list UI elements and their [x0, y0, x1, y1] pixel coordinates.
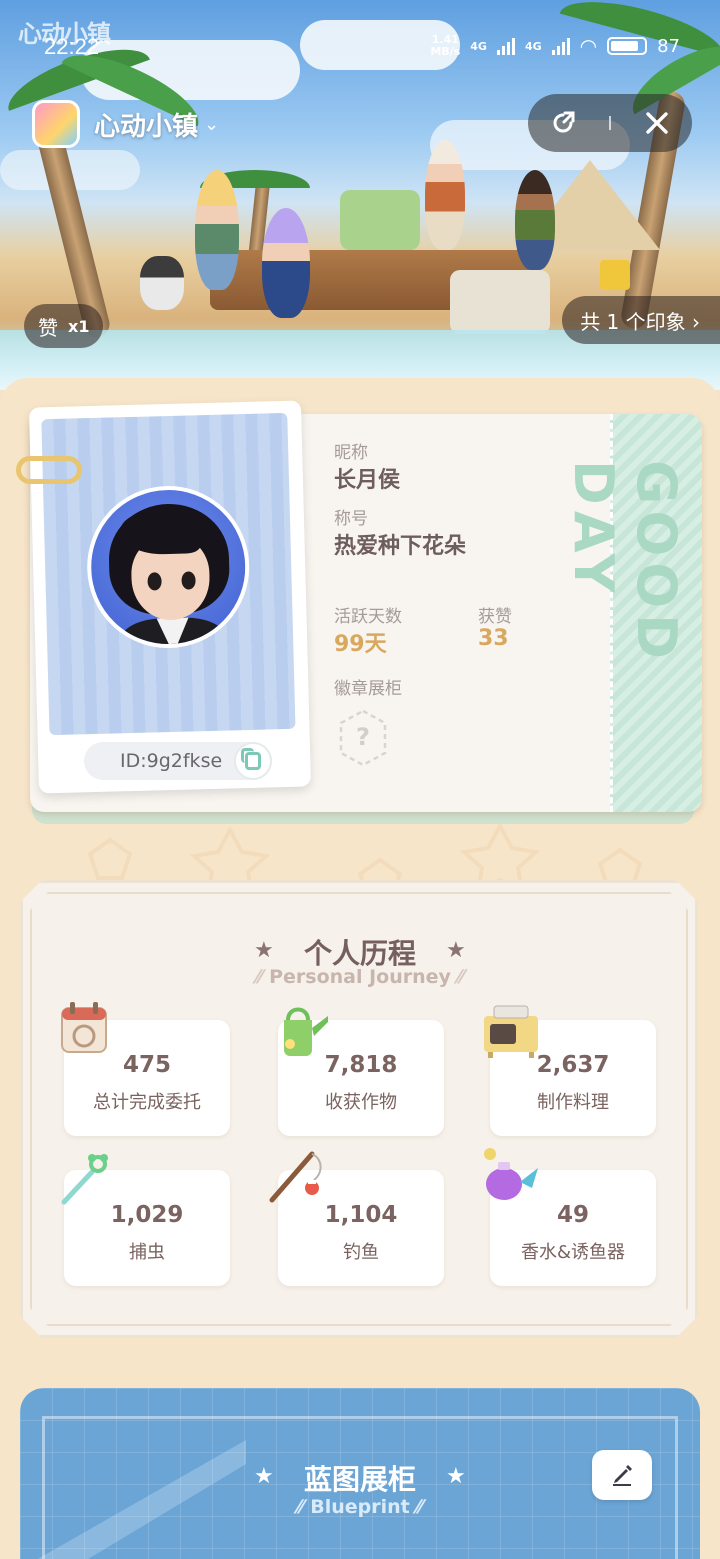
network-type-2: 4G — [524, 39, 542, 53]
share-button[interactable] — [539, 99, 587, 147]
badge-cabinet-label: 徽章展柜 — [334, 679, 402, 699]
impressions-label: 共 1 个印象 › — [580, 309, 700, 334]
hero-banner: 心动小镇 22:22 1.41 MB/s 4G 4G ◠ 87 心动小镇 ⌄ 赞… — [0, 0, 720, 390]
wifi-icon: ◠ — [579, 34, 598, 58]
app-icon — [32, 100, 80, 148]
impressions-button[interactable]: 共 1 个印象 › — [562, 296, 720, 344]
journey-subtitle: ⁄⁄ Personal Journey ⁄⁄ — [256, 966, 464, 988]
copy-icon — [241, 748, 261, 770]
user-id-text: ID:9g2fkse — [120, 750, 223, 772]
edit-blueprint-button[interactable] — [592, 1450, 652, 1500]
stat-label: 总计完成委托 — [93, 1092, 201, 1113]
status-time: 22:22 — [44, 34, 100, 59]
likes-received-label: 获赞 — [478, 607, 512, 627]
likes-chip[interactable]: 赞 x1 — [24, 304, 104, 348]
signal-icon — [496, 37, 515, 55]
ticket-stub: GOOD DAY — [562, 414, 702, 812]
network-speed: 1.41 MB/s — [430, 33, 461, 58]
stat-label: 钓鱼 — [343, 1242, 379, 1263]
chevron-down-icon: ⌄ — [204, 113, 220, 135]
perfume-icon — [484, 1148, 538, 1200]
stat-label: 制作料理 — [537, 1092, 609, 1113]
empty-badge-slot[interactable]: ? — [336, 708, 390, 768]
app-header[interactable]: 心动小镇 ⌄ — [32, 98, 219, 150]
close-button[interactable] — [633, 99, 681, 147]
nickname-label: 昵称 — [334, 443, 368, 463]
signal-icon-2 — [551, 37, 570, 55]
stove-icon — [484, 1005, 538, 1058]
likes-label: 赞 — [38, 315, 58, 340]
active-days-value: 99天 — [334, 632, 387, 657]
pencil-icon — [613, 1465, 632, 1486]
mini-program-capsule — [528, 94, 692, 152]
calendar-icon — [61, 1002, 107, 1053]
copy-id-button[interactable] — [234, 742, 272, 780]
share-icon — [553, 111, 575, 133]
star-icon: ★ — [446, 938, 466, 963]
title-label: 称号 — [334, 509, 368, 529]
active-days-label: 活跃天数 — [334, 607, 402, 627]
svg-text:?: ? — [356, 723, 370, 751]
stat-label: 香水&诱鱼器 — [520, 1242, 626, 1263]
stat-label: 捕虫 — [129, 1242, 165, 1263]
battery-level: 87 — [657, 35, 680, 57]
status-bar: 心动小镇 22:22 1.41 MB/s 4G 4G ◠ 87 — [0, 20, 720, 62]
title-value: 热爱种下花朵 — [334, 534, 467, 559]
star-icon: ★ — [446, 1464, 466, 1489]
watering-can-icon — [284, 1007, 328, 1056]
stub-text: GOOD DAY — [562, 460, 688, 665]
avatar[interactable] — [85, 483, 252, 651]
likes-received-value: 33 — [478, 626, 509, 651]
network-type-1: 4G — [470, 39, 487, 53]
stat-label: 收获作物 — [325, 1092, 397, 1113]
nickname-value: 长月侯 — [334, 468, 401, 493]
fishing-rod-icon — [269, 1151, 322, 1203]
app-name: 心动小镇 — [94, 111, 199, 142]
bug-net-icon — [61, 1154, 108, 1205]
battery-icon — [607, 37, 648, 55]
close-icon — [646, 112, 668, 134]
likes-count: x1 — [68, 316, 90, 336]
paper-clip-icon — [16, 456, 82, 484]
